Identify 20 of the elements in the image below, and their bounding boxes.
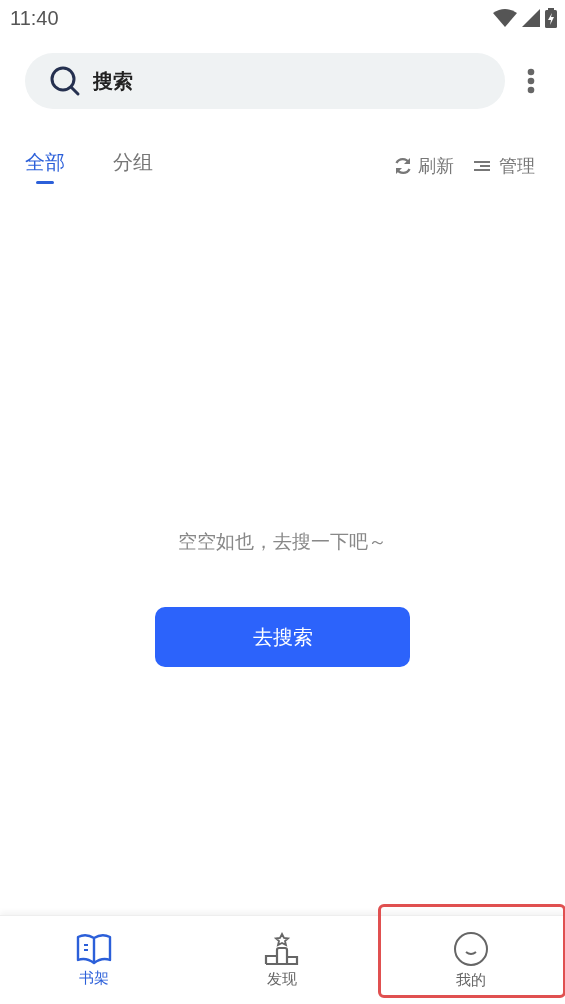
tab[interactable]: 全部 xyxy=(25,147,65,184)
empty-message: 空空如也，去搜一下吧～ xyxy=(178,529,387,554)
smiley-icon xyxy=(452,930,489,967)
book-icon xyxy=(76,932,113,965)
nav-tab[interactable]: 书架 xyxy=(0,916,189,1004)
podium-icon xyxy=(264,931,301,966)
refresh-icon xyxy=(393,155,413,176)
manage-button[interactable]: 管理 xyxy=(474,153,535,178)
tab[interactable]: 分组 xyxy=(113,147,153,184)
search-button[interactable]: 去搜索 xyxy=(155,607,410,667)
wifi-icon xyxy=(493,9,517,27)
search-field[interactable]: 搜索 xyxy=(25,53,505,109)
signal-icon xyxy=(522,9,540,27)
refresh-button[interactable]: 刷新 xyxy=(393,153,454,178)
nav-tab[interactable]: 发现 xyxy=(188,916,377,1004)
nav-tab[interactable]: 我的 xyxy=(376,916,565,1004)
status-time: 11:40 xyxy=(10,6,59,30)
search-icon[interactable] xyxy=(49,65,81,97)
battery-icon xyxy=(545,8,557,28)
more-icon[interactable] xyxy=(527,68,535,94)
